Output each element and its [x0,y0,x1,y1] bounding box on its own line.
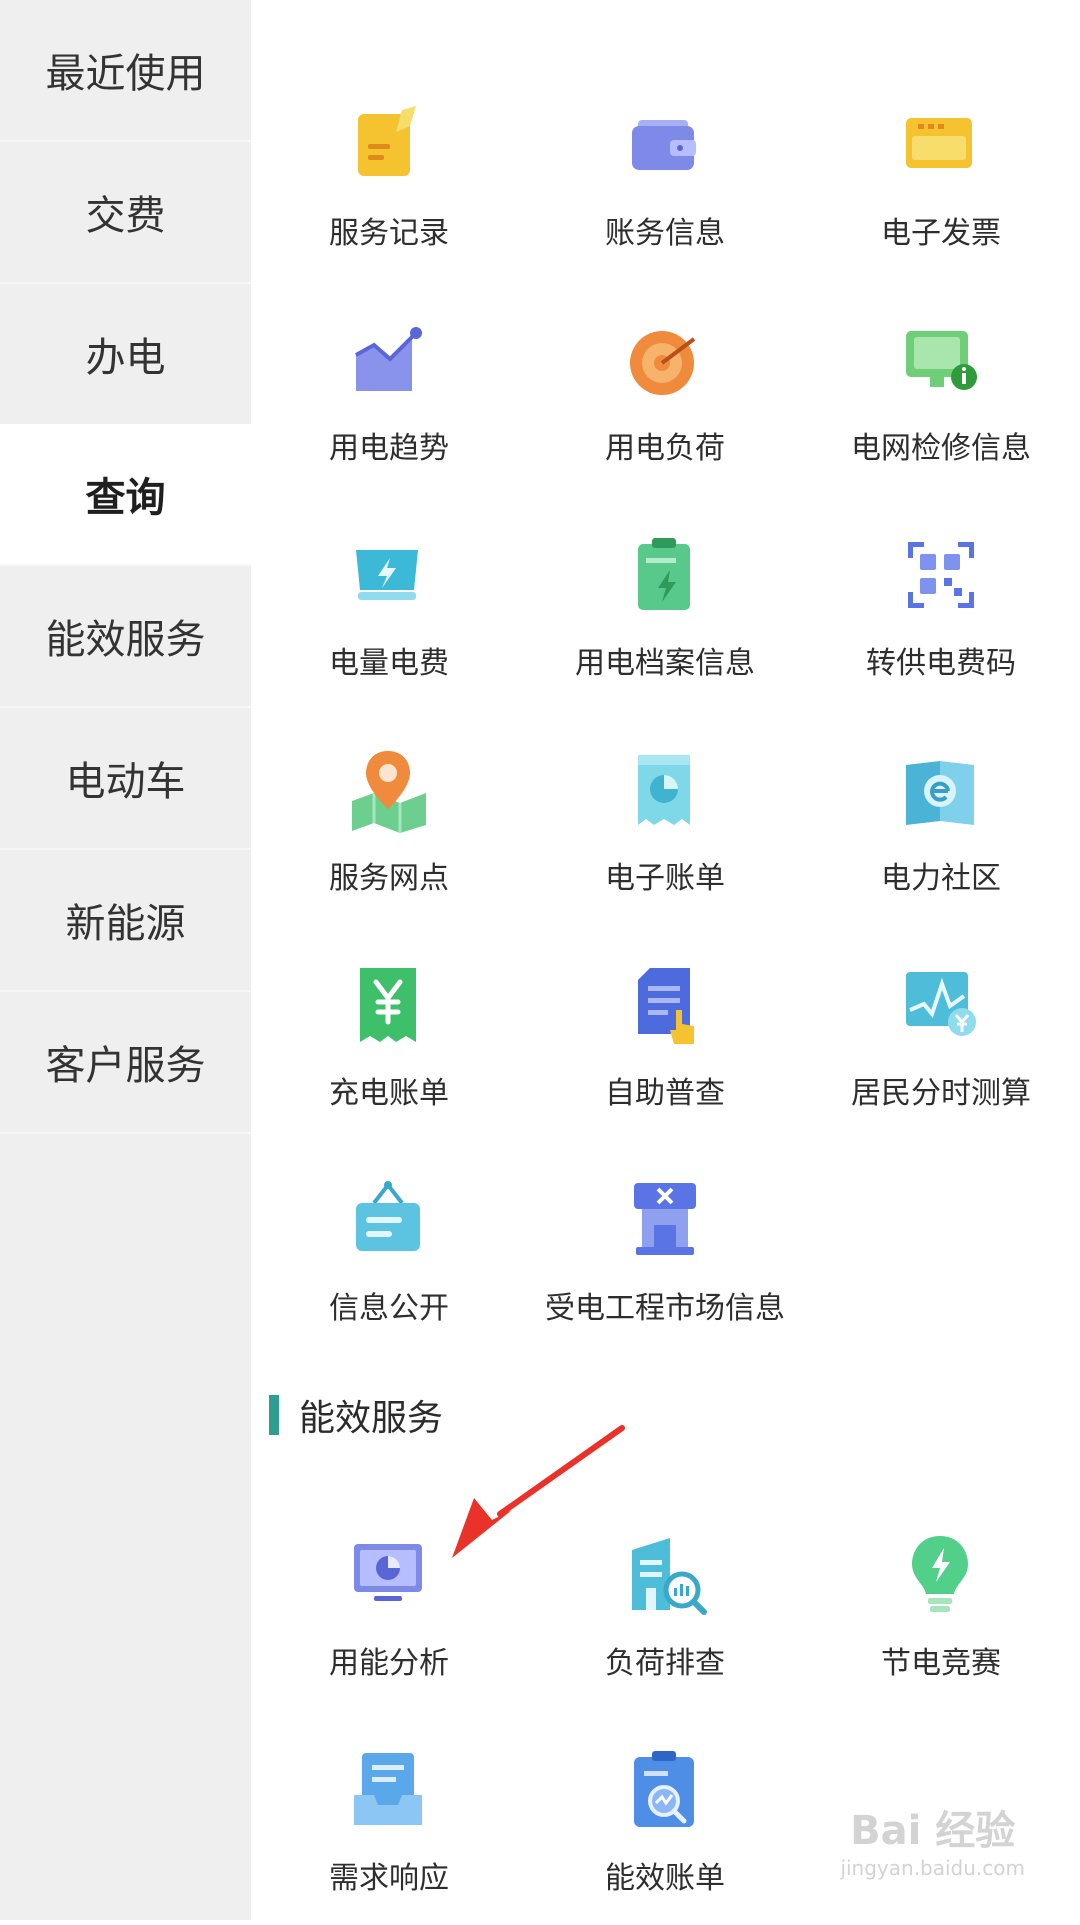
watermark: Bai 经验 jingyan.baidu.com [840,1798,1025,1880]
watermark-logo-text: Bai 经验 [850,1808,1016,1854]
annotation-arrow [452,1425,625,1558]
watermark-url: jingyan.baidu.com [840,1856,1025,1880]
